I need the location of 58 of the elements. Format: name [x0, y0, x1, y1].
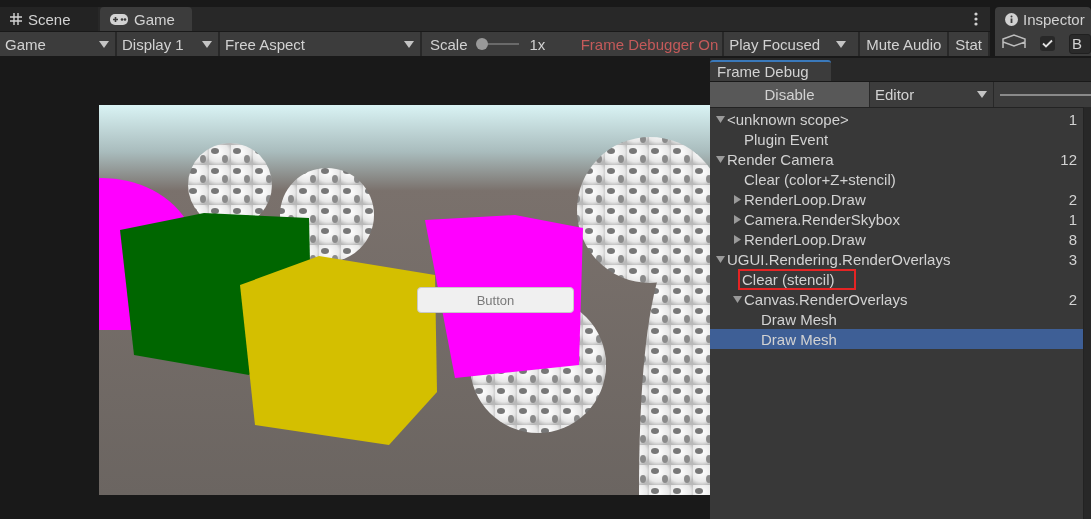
event-label: Clear (color+Z+stencil) [743, 170, 897, 188]
event-label: Clear (stencil) [740, 270, 854, 288]
more-options-icon[interactable] [974, 12, 978, 26]
event-count: 1 [1068, 110, 1078, 128]
collapsed-arrow-icon[interactable] [732, 234, 742, 244]
caret-icon [202, 40, 212, 48]
event-count: 1 [1068, 210, 1078, 228]
caret-icon [99, 40, 109, 48]
disable-button[interactable]: Disable [710, 82, 870, 107]
tree-row[interactable]: Canvas.RenderOverlays 2 [710, 289, 1083, 309]
info-icon [1005, 12, 1018, 26]
event-label: Camera.RenderSkybox [743, 210, 901, 228]
tree-row[interactable]: Draw Mesh [710, 329, 1083, 349]
tree-row[interactable]: Draw Mesh [710, 309, 1083, 329]
expanded-arrow-icon[interactable] [715, 114, 725, 124]
gamepad-icon [110, 13, 128, 25]
event-count: 2 [1068, 190, 1078, 208]
status-text: Frame Debugger On [580, 35, 719, 53]
tree-row[interactable]: Clear (stencil) [710, 269, 1083, 289]
tree-row[interactable]: <unknown scope> 1 [710, 109, 1083, 129]
event-label: Draw Mesh [760, 310, 838, 328]
event-label: Render Camera [726, 150, 835, 168]
grid-icon [10, 13, 22, 25]
event-count: 8 [1068, 230, 1078, 248]
event-label: <unknown scope> [726, 110, 850, 128]
tab[interactable]: Scene [0, 7, 98, 31]
expanded-arrow-icon[interactable] [732, 294, 742, 304]
tree-row[interactable]: Clear (color+Z+stencil) [710, 169, 1083, 189]
checkbox[interactable] [1040, 36, 1055, 51]
scale-label: Scale [430, 35, 468, 53]
scale-reading: 1x [529, 35, 546, 53]
tree-row[interactable]: UGUI.Rendering.RenderOverlays 3 [710, 249, 1083, 269]
tree-row[interactable]: RenderLoop.Draw 8 [710, 229, 1083, 249]
event-label: Canvas.RenderOverlays [743, 290, 909, 308]
expanded-arrow-icon[interactable] [715, 254, 725, 264]
collapsed-arrow-icon[interactable] [732, 194, 742, 204]
event-label: Draw Mesh [760, 330, 838, 348]
tree-row[interactable]: Plugin Event [710, 129, 1083, 149]
event-label: RenderLoop.Draw [743, 230, 867, 248]
caret-icon [836, 40, 847, 48]
caret-icon [977, 91, 987, 98]
event-label: UGUI.Rendering.RenderOverlays [726, 250, 952, 268]
caret-icon [404, 40, 414, 48]
panel-tab[interactable]: Frame Debug [710, 60, 831, 81]
tree-row[interactable]: Render Camera 12 [710, 149, 1083, 169]
event-count: 3 [1068, 250, 1078, 268]
event-count: 2 [1068, 290, 1078, 308]
name-field[interactable]: B [1069, 33, 1091, 54]
expanded-arrow-icon[interactable] [715, 154, 725, 164]
collapsed-arrow-icon[interactable] [732, 214, 742, 224]
in-game-button[interactable]: Button [417, 287, 574, 313]
tree-row[interactable]: Camera.RenderSkybox 1 [710, 209, 1083, 229]
slider-thumb[interactable] [476, 38, 489, 50]
event-label: RenderLoop.Draw [743, 190, 867, 208]
event-count: 12 [1060, 150, 1078, 168]
event-label: Plugin Event [743, 130, 830, 148]
tree-row[interactable]: RenderLoop.Draw 2 [710, 189, 1083, 209]
tab[interactable]: Game [100, 7, 192, 31]
